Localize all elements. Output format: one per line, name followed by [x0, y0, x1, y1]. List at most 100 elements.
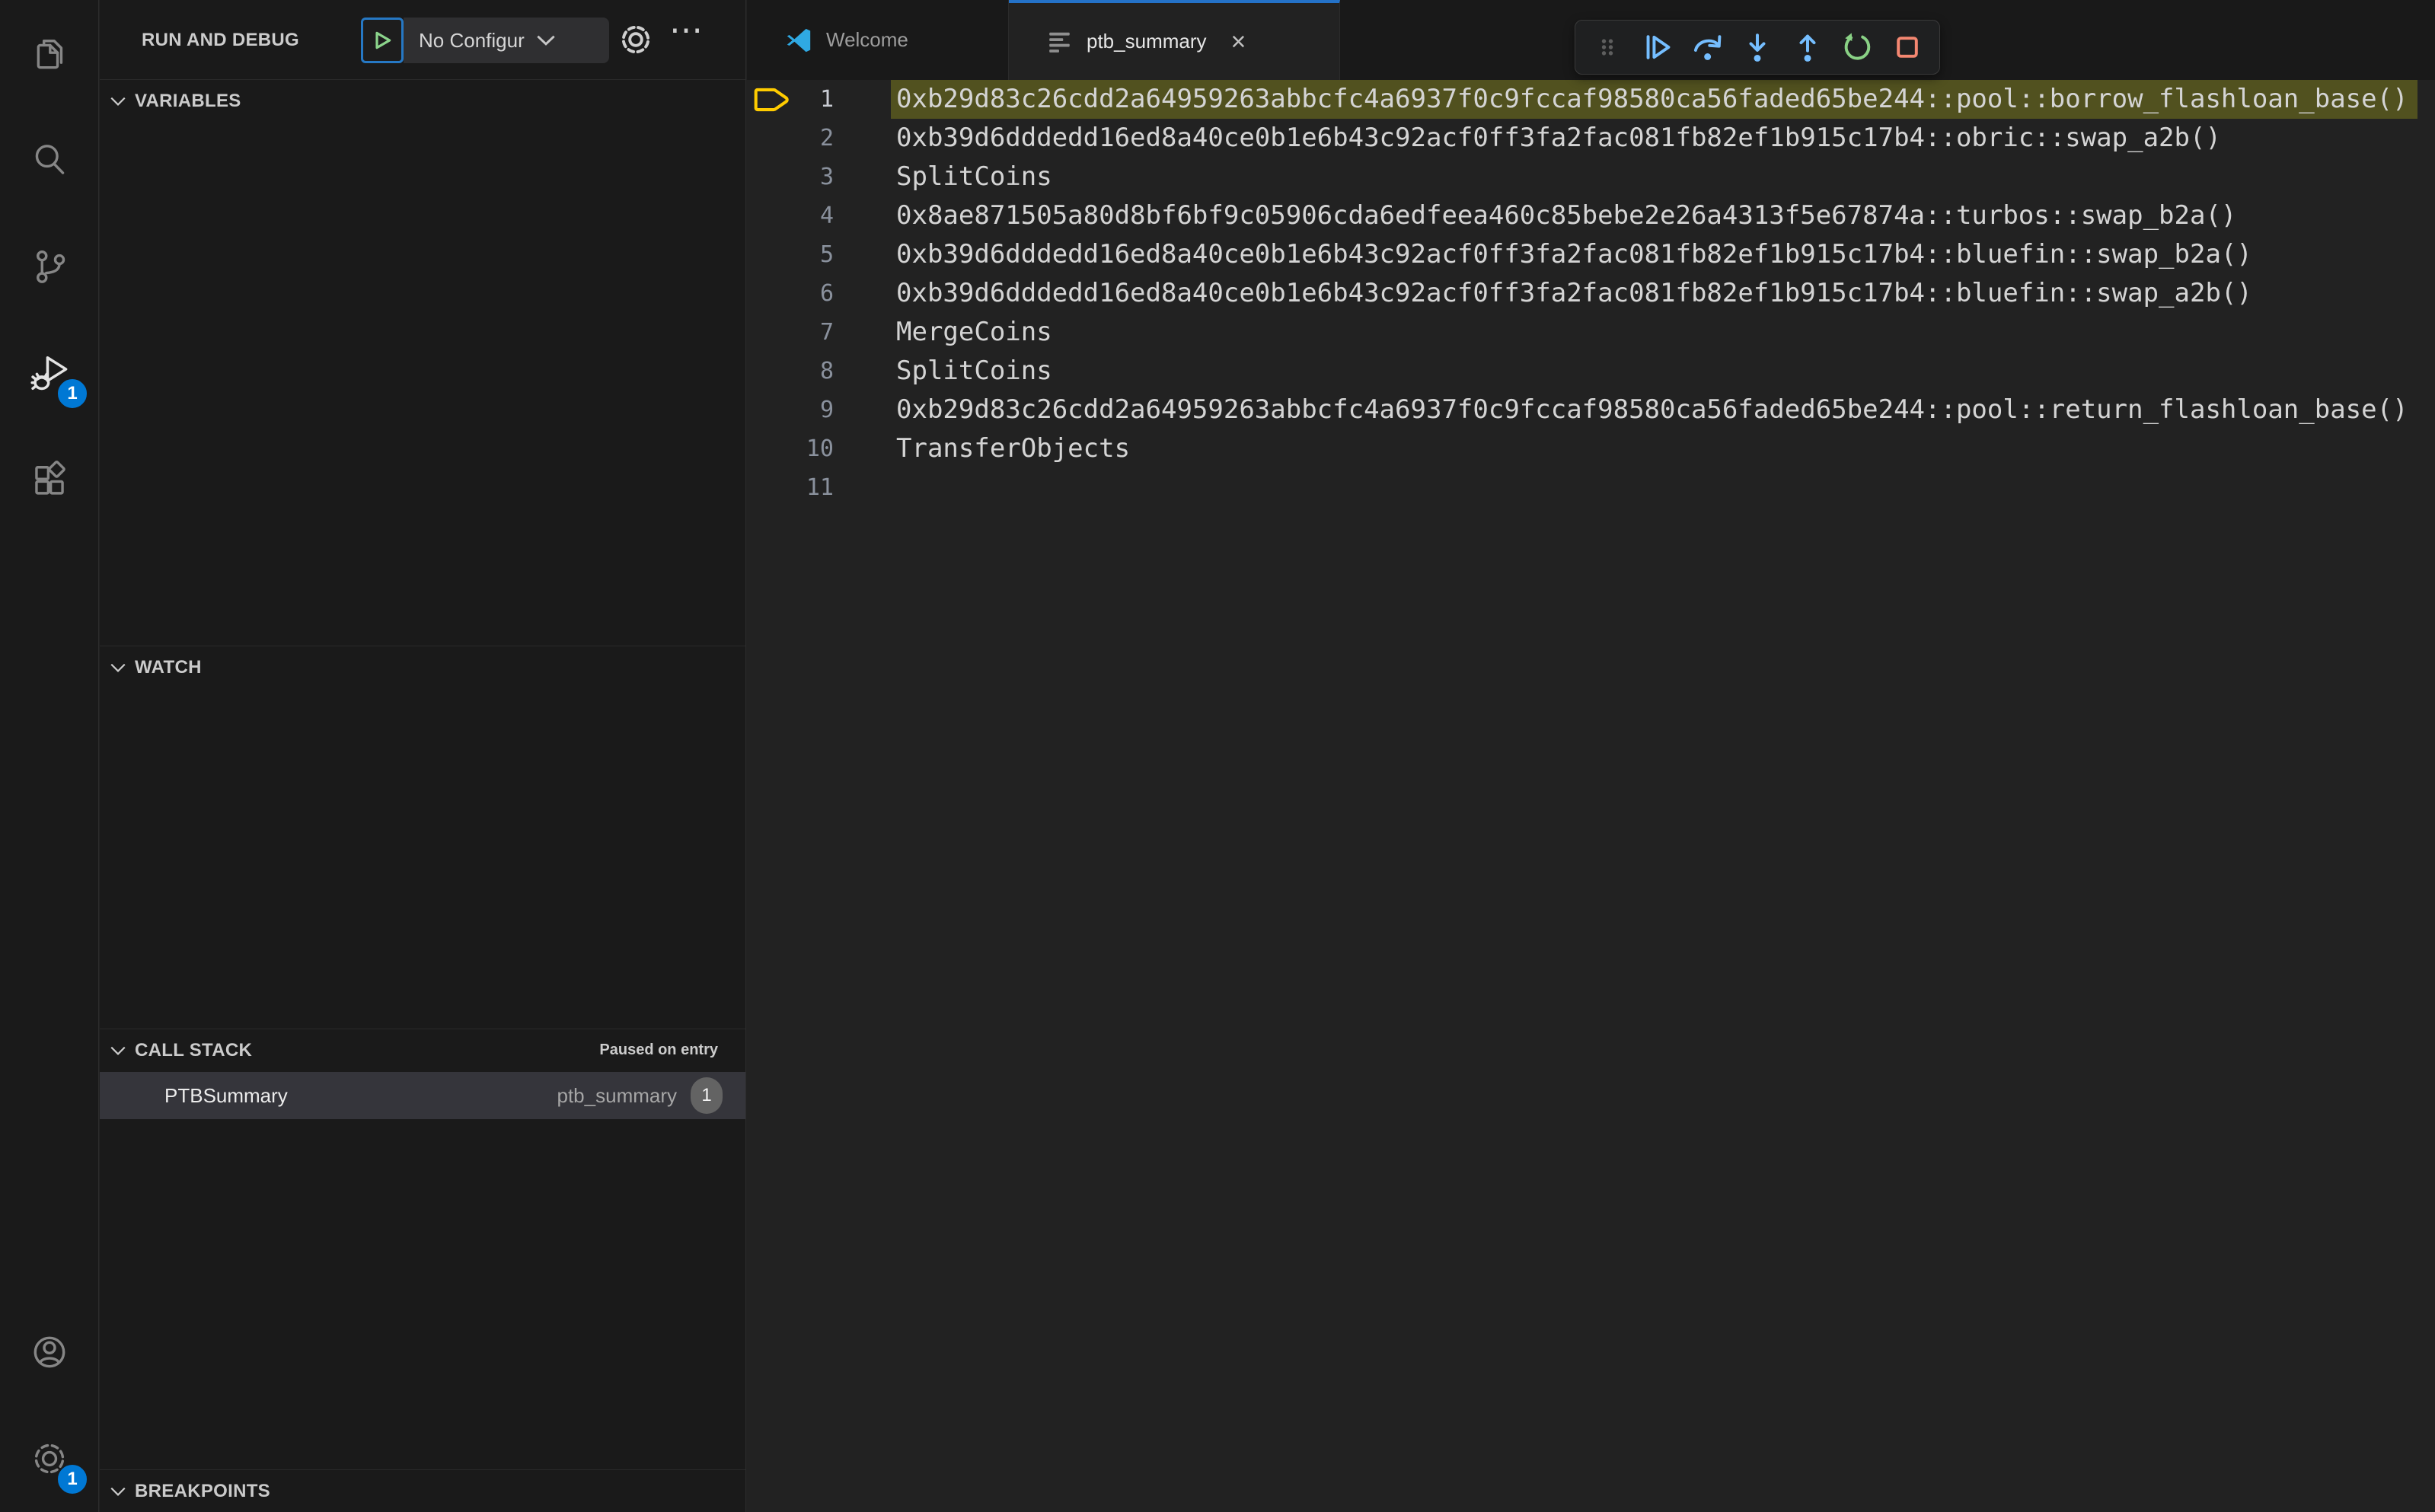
section-watch-label: WATCH	[135, 656, 202, 678]
debug-toolbar	[1575, 20, 1940, 75]
activity-explorer[interactable]	[0, 0, 99, 107]
gear-icon	[621, 25, 650, 54]
chevron-down-icon	[110, 1487, 126, 1496]
account-icon	[34, 1336, 65, 1368]
run-and-debug-sidebar: RUN AND DEBUG No Configur ⋯ VARIABLES WA…	[100, 0, 746, 1512]
code-text: 0xb29d83c26cdd2a64959263abbcfc4a6937f0c9…	[896, 394, 2408, 425]
chevron-down-icon	[110, 1046, 126, 1055]
tab-welcome[interactable]: Welcome	[747, 0, 1009, 80]
debug-config-value: No Configur	[419, 28, 525, 52]
stack-frame-source: ptb_summary	[557, 1083, 678, 1107]
section-call-stack[interactable]: CALL STACK Paused on entry	[100, 1029, 745, 1071]
section-watch[interactable]: WATCH	[100, 646, 745, 688]
code-line[interactable]: 8 SplitCoins	[747, 352, 2435, 391]
chevron-down-icon	[110, 97, 126, 106]
code-text: TransferObjects	[896, 433, 1131, 464]
continue-icon	[1646, 35, 1671, 59]
section-variables[interactable]: VARIABLES	[100, 79, 745, 122]
code-line[interactable]: 4 0x8ae871505a80d8bf6bf9c05906cda6edfeea…	[747, 196, 2435, 235]
section-breakpoints-label: BREAKPOINTS	[135, 1480, 270, 1501]
chevron-down-icon	[537, 35, 555, 46]
grip-dots-icon	[1601, 39, 1613, 56]
activity-search[interactable]	[0, 107, 99, 213]
vscode-window: 1 1 RUN AND DEBUG No Configur ⋯ VARIABLE…	[0, 0, 2435, 1512]
start-debugging-button[interactable]	[361, 18, 404, 63]
chevron-down-icon	[110, 663, 126, 672]
sidebar-titlebar: RUN AND DEBUG No Configur ⋯	[100, 0, 745, 80]
more-actions-button[interactable]: ⋯	[669, 11, 704, 49]
activity-bar: 1 1	[0, 0, 99, 1512]
line-number: 6	[819, 280, 834, 307]
code-text: SplitCoins	[896, 356, 1052, 386]
files-icon	[37, 40, 63, 69]
code-line[interactable]: 3 SplitCoins	[747, 158, 2435, 196]
code-line[interactable]: 11	[747, 468, 2435, 507]
file-list-icon	[1049, 32, 1070, 53]
step-over-button[interactable]	[1686, 26, 1728, 69]
tab-ptb-summary-label: ptb_summary	[1087, 30, 1207, 53]
stack-frame-badge: 1	[691, 1077, 723, 1114]
code-text: 0xb39d6dddedd16ed8a40ce0b1e6b43c92acf0ff…	[896, 239, 2252, 270]
code-line[interactable]: 7 MergeCoins	[747, 313, 2435, 352]
code-line[interactable]: 2 0xb39d6dddedd16ed8a40ce0b1e6b43c92acf0…	[747, 119, 2435, 158]
activity-source-control[interactable]	[0, 213, 99, 320]
activity-settings[interactable]: 1	[0, 1405, 99, 1512]
line-number: 11	[806, 474, 834, 501]
tab-welcome-label: Welcome	[826, 28, 908, 51]
code-line[interactable]: 10 TransferObjects	[747, 429, 2435, 468]
activity-run-and-debug[interactable]: 1	[0, 320, 99, 426]
toolbar-drag-handle[interactable]	[1586, 26, 1629, 69]
section-variables-label: VARIABLES	[135, 90, 241, 111]
line-number: 7	[819, 319, 834, 346]
code-text: 0xb39d6dddedd16ed8a40ce0b1e6b43c92acf0ff…	[896, 123, 2221, 153]
sidebar-title: RUN AND DEBUG	[142, 29, 300, 50]
step-out-icon	[1799, 34, 1816, 62]
restart-button[interactable]	[1836, 26, 1878, 69]
stop-button[interactable]	[1886, 26, 1929, 69]
line-number: 5	[819, 241, 834, 268]
line-number: 10	[806, 435, 834, 462]
activity-accounts[interactable]	[0, 1299, 99, 1405]
code-text: SplitCoins	[896, 161, 1052, 192]
editor-group: Welcome ptb_summary × 1 0xb29d83c26cdd2a…	[747, 0, 2435, 1512]
debug-launch-control: No Configur	[361, 18, 609, 63]
tab-ptb-summary[interactable]: ptb_summary ×	[1009, 0, 1340, 80]
activity-bar-top: 1	[0, 0, 98, 533]
step-into-icon	[1749, 33, 1766, 62]
continue-button[interactable]	[1636, 26, 1679, 69]
code-line[interactable]: 6 0xb39d6dddedd16ed8a40ce0b1e6b43c92acf0…	[747, 274, 2435, 313]
debug-config-dropdown[interactable]: No Configur	[404, 18, 609, 63]
line-number: 8	[819, 358, 834, 384]
activity-extensions[interactable]	[0, 426, 99, 533]
close-tab-icon[interactable]: ×	[1231, 29, 1246, 55]
restart-icon	[1844, 33, 1871, 60]
line-number: 1	[819, 86, 834, 113]
code-text: MergeCoins	[896, 317, 1052, 347]
step-into-button[interactable]	[1736, 26, 1779, 69]
settings-count-badge: 1	[56, 1463, 88, 1495]
code-line[interactable]: 1 0xb29d83c26cdd2a64959263abbcfc4a6937f0…	[747, 80, 2435, 119]
code-line[interactable]: 9 0xb29d83c26cdd2a64959263abbcfc4a6937f0…	[747, 391, 2435, 429]
call-stack-status: Paused on entry	[599, 1041, 718, 1058]
search-icon	[35, 145, 65, 174]
line-number: 3	[819, 164, 834, 190]
step-over-icon	[1694, 35, 1722, 60]
extensions-icon	[35, 460, 65, 495]
activity-bar-bottom: 1	[0, 1299, 98, 1512]
stack-frame-name: PTBSummary	[164, 1083, 288, 1107]
line-number: 9	[819, 397, 834, 423]
call-stack-frame-row[interactable]: PTBSummary ptb_summary 1	[100, 1072, 745, 1119]
debug-configure-gear-button[interactable]	[618, 21, 654, 62]
stack-frame-meta: ptb_summary 1	[557, 1077, 723, 1114]
section-breakpoints[interactable]: BREAKPOINTS	[100, 1469, 745, 1512]
line-number: 2	[819, 125, 834, 152]
play-icon	[375, 31, 391, 49]
vscode-logo-icon	[787, 28, 811, 52]
code-line[interactable]: 5 0xb39d6dddedd16ed8a40ce0b1e6b43c92acf0…	[747, 235, 2435, 274]
step-out-button[interactable]	[1786, 26, 1829, 69]
code-text: 0x8ae871505a80d8bf6bf9c05906cda6edfeea46…	[896, 200, 2237, 231]
current-stackframe-arrow-icon	[747, 87, 794, 113]
stop-icon	[1897, 37, 1918, 58]
section-call-stack-label: CALL STACK	[135, 1039, 253, 1061]
code-area: 1 0xb29d83c26cdd2a64959263abbcfc4a6937f0…	[747, 80, 2435, 1512]
